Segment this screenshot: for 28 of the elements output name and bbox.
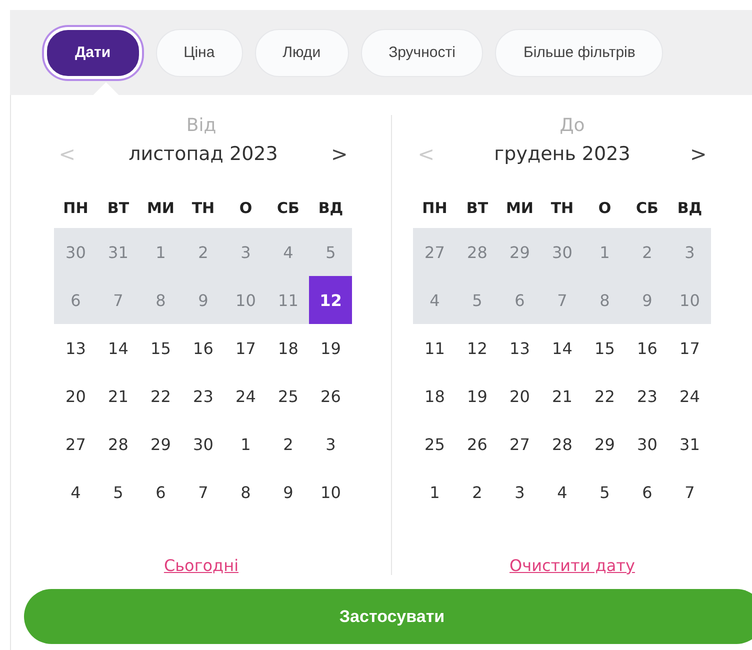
clear-date-link[interactable]: Очистити дату <box>510 556 635 575</box>
weekday-label: МИ <box>504 198 534 219</box>
weekday-label: СБ <box>276 198 300 219</box>
calendar-caption: До <box>560 115 585 136</box>
weekday-label: ПН <box>421 198 448 219</box>
weekday-label: ТН <box>190 198 216 219</box>
weekday-label: О <box>597 198 612 219</box>
calendar-day[interactable]: 12 <box>309 276 352 324</box>
weekday-label: ТН <box>550 198 575 219</box>
month-title: листопад 2023 <box>128 143 278 165</box>
weekday-label: ВД <box>676 198 704 219</box>
filter-tab[interactable]: Ціна <box>156 28 243 76</box>
month-title: грудень 2023 <box>494 143 630 165</box>
weekday-label: ВТ <box>465 198 490 219</box>
next-month-button[interactable]: > <box>326 142 352 166</box>
weekday-label: О <box>238 198 254 219</box>
today-link[interactable]: Сьогодні <box>164 556 239 575</box>
next-month-button[interactable]: > <box>686 142 711 166</box>
weekday-label: ВД <box>317 198 344 219</box>
filter-tab[interactable]: Більше фільтрів <box>495 28 664 76</box>
weekday-label: ВТ <box>106 198 130 219</box>
weekday-label: ПН <box>62 198 90 219</box>
filter-tab[interactable]: Люди <box>254 28 349 76</box>
filter-tab[interactable]: Дати <box>44 26 142 78</box>
weekday-label: МИ <box>146 198 176 219</box>
calendar-caption: Від <box>186 115 216 136</box>
weekday-label: СБ <box>635 198 660 219</box>
filter-tab[interactable]: Зручності <box>360 28 484 76</box>
